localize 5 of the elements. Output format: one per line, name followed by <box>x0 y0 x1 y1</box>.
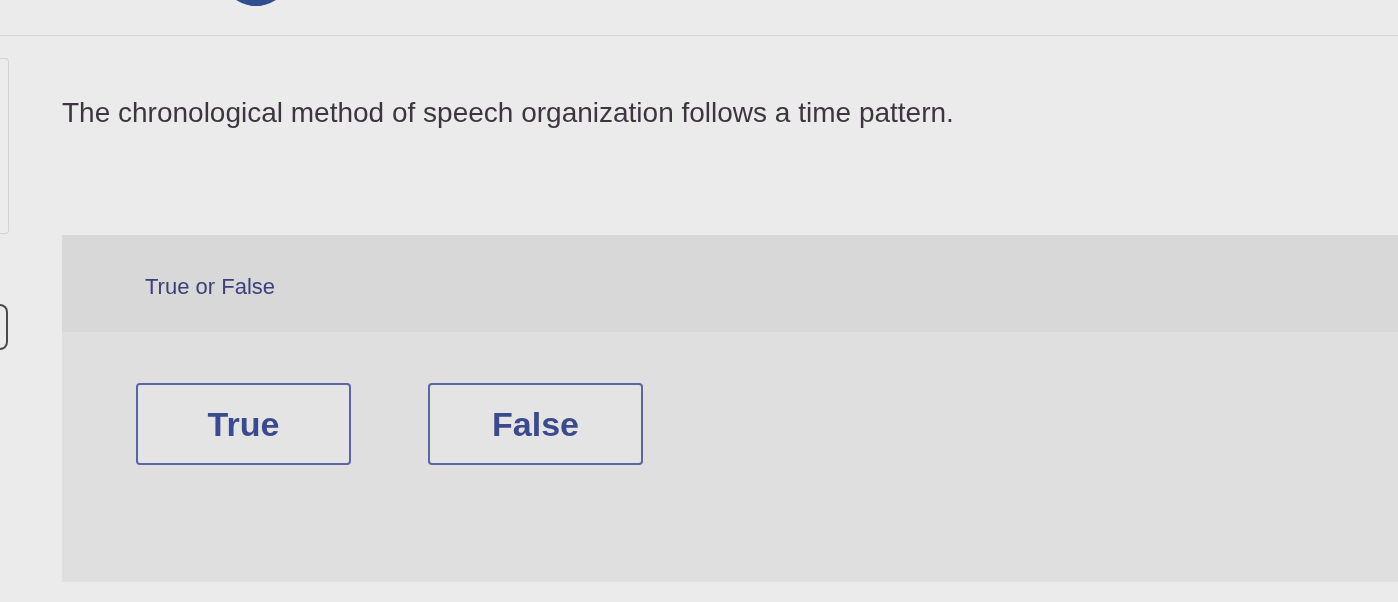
side-handle[interactable] <box>0 304 8 350</box>
question-text: The chronological method of speech organization follows a time pattern. <box>62 96 954 130</box>
answer-choice-button[interactable]: False <box>428 383 643 465</box>
prompt-text: True or False <box>145 273 275 301</box>
answer-choice-button[interactable]: True <box>136 383 351 465</box>
